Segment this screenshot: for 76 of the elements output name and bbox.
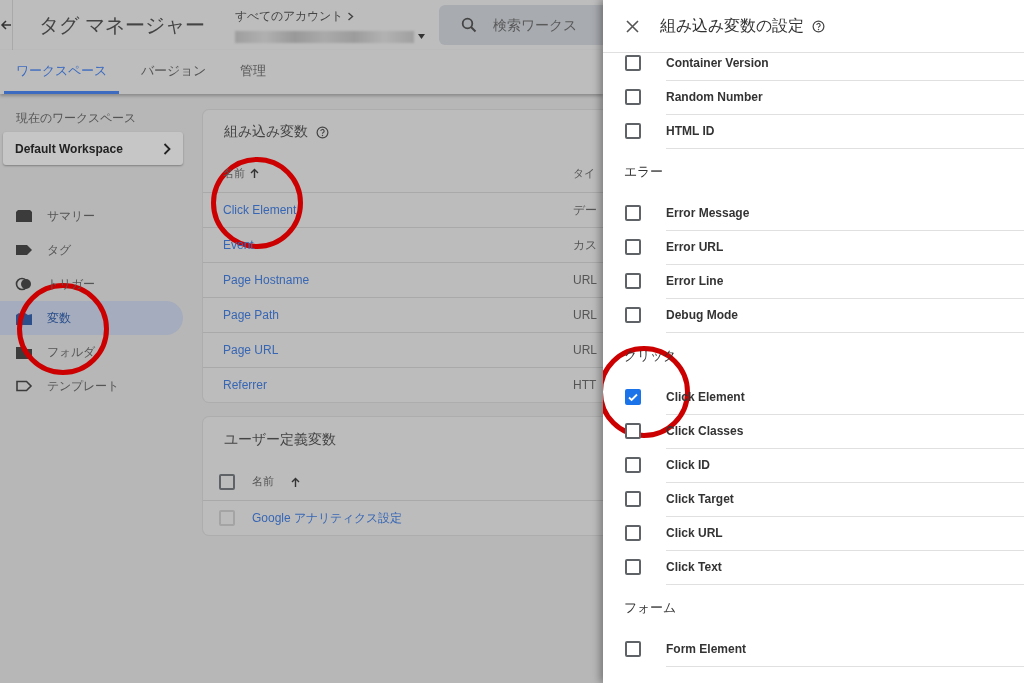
tab[interactable]: ワークスペース xyxy=(4,50,119,94)
checkbox[interactable] xyxy=(625,89,641,105)
checkbox-label[interactable]: Click Text xyxy=(666,559,722,574)
checkbox[interactable] xyxy=(625,307,641,323)
card-title: ユーザー定義変数 xyxy=(224,431,336,449)
tab[interactable]: 管理 xyxy=(228,50,278,94)
checkbox-label[interactable]: Click ID xyxy=(666,457,710,472)
overlapping-circles-icon xyxy=(15,276,33,292)
column-header[interactable]: タイ xyxy=(573,165,595,181)
help-icon[interactable] xyxy=(812,19,825,33)
account-breadcrumb[interactable]: すべてのアカウント xyxy=(234,7,343,25)
variable-link[interactable]: Referrer xyxy=(223,378,267,392)
checkbox-label[interactable]: HTML ID xyxy=(666,123,715,138)
sort-arrow-up-icon[interactable] xyxy=(291,476,300,487)
sort-arrow-up-icon[interactable] xyxy=(250,168,259,178)
tray-icon xyxy=(15,208,33,224)
checkbox[interactable] xyxy=(625,457,641,473)
product-title: タグ マネージャー xyxy=(39,12,205,38)
checkbox-label[interactable]: Debug Mode xyxy=(666,307,738,322)
checkbox-label[interactable]: Click URL xyxy=(666,525,723,540)
checkbox[interactable] xyxy=(625,273,641,289)
nav-item[interactable]: フォルダ xyxy=(0,335,183,369)
table-cell: URL xyxy=(573,343,597,357)
table-cell: URL xyxy=(573,308,597,322)
column-header[interactable]: 名前 xyxy=(252,474,274,489)
variable-link[interactable]: Page Path xyxy=(223,308,280,322)
checkbox[interactable] xyxy=(625,525,641,541)
check-icon xyxy=(627,391,639,403)
checkbox[interactable] xyxy=(625,205,641,221)
checkbox-label[interactable]: Container Version xyxy=(666,55,769,70)
checkbox-label[interactable]: Click Target xyxy=(666,491,734,506)
tag-icon xyxy=(15,242,33,258)
checkbox-label[interactable]: Error Line xyxy=(666,273,724,288)
nav-item[interactable]: タグ xyxy=(0,233,183,267)
checkbox[interactable] xyxy=(625,389,641,405)
nav-item[interactable]: 変数 xyxy=(0,301,183,335)
close-icon[interactable] xyxy=(626,19,639,33)
workspace-caption: 現在のワークスペース xyxy=(16,110,137,127)
checkbox[interactable] xyxy=(625,641,641,657)
table-cell: HTT xyxy=(573,378,597,392)
checkbox[interactable] xyxy=(219,510,235,526)
variable-link[interactable]: Google アナリティクス設定 xyxy=(252,509,403,527)
checkbox[interactable] xyxy=(625,423,641,439)
search-field[interactable]: 検索ワークス xyxy=(438,5,603,45)
checkbox[interactable] xyxy=(625,239,641,255)
tag-outline-icon xyxy=(15,378,33,394)
card-title: 組み込み変数 xyxy=(224,123,308,141)
checkbox[interactable] xyxy=(219,473,235,490)
checkbox-label[interactable]: Error Message xyxy=(666,205,750,220)
checkbox-label[interactable]: Error URL xyxy=(666,239,724,254)
chevron-right-icon xyxy=(346,11,354,21)
search-icon xyxy=(460,17,477,33)
checkbox[interactable] xyxy=(625,491,641,507)
nav-item[interactable]: サマリー xyxy=(0,199,183,233)
table-cell: カス xyxy=(573,236,597,254)
tab[interactable]: バージョン xyxy=(129,50,218,94)
help-icon[interactable] xyxy=(316,125,329,139)
table-cell: URL xyxy=(573,273,597,287)
variable-link[interactable]: Click Element xyxy=(223,203,297,217)
dropdown-caret-icon[interactable] xyxy=(417,34,425,39)
checkbox[interactable] xyxy=(625,559,641,575)
checkbox[interactable] xyxy=(625,123,641,139)
checkbox[interactable] xyxy=(625,55,641,71)
section-heading: フォーム xyxy=(624,599,676,617)
section-heading: エラー xyxy=(624,163,663,181)
workspace-selector[interactable]: Default Workspace xyxy=(3,132,183,165)
checkbox-label[interactable]: Click Classes xyxy=(666,423,744,438)
checkbox-label[interactable]: Random Number xyxy=(666,89,763,104)
panel-title: 組み込み変数の設定 xyxy=(660,15,804,36)
chevron-right-icon xyxy=(163,142,171,155)
variable-link[interactable]: Page Hostname xyxy=(223,273,310,287)
nav-item[interactable]: テンプレート xyxy=(0,369,183,403)
back-arrow-icon[interactable] xyxy=(0,19,12,31)
variable-link[interactable]: Page URL xyxy=(223,343,279,357)
checkbox-label[interactable]: Form Element xyxy=(666,641,746,656)
table-cell: デー xyxy=(573,201,597,219)
